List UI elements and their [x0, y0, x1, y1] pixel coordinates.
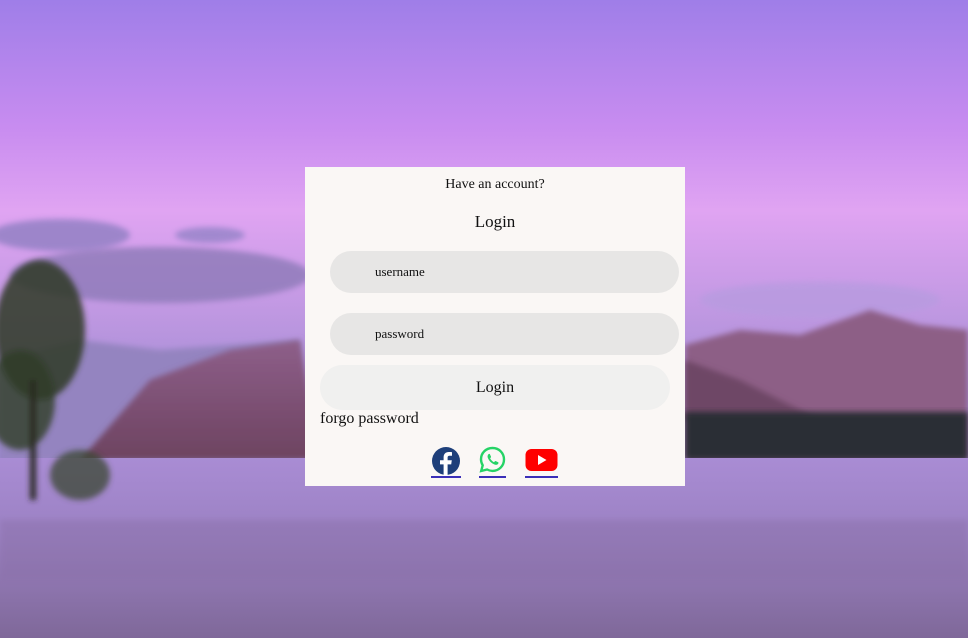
whatsapp-icon: [479, 446, 506, 473]
login-card: Have an account? Login Login forgo passw…: [305, 167, 685, 486]
youtube-link[interactable]: [525, 446, 558, 478]
forgot-password-link[interactable]: forgo password: [320, 410, 419, 428]
account-prompt: Have an account?: [445, 177, 545, 192]
username-input[interactable]: [330, 251, 679, 293]
login-button[interactable]: Login: [320, 365, 670, 410]
social-links: [305, 446, 685, 478]
whatsapp-link[interactable]: [479, 446, 506, 478]
login-title: Login: [474, 212, 516, 231]
password-input[interactable]: [330, 313, 679, 355]
youtube-icon: [525, 449, 558, 471]
facebook-icon: [432, 447, 460, 476]
facebook-link[interactable]: [431, 446, 461, 478]
